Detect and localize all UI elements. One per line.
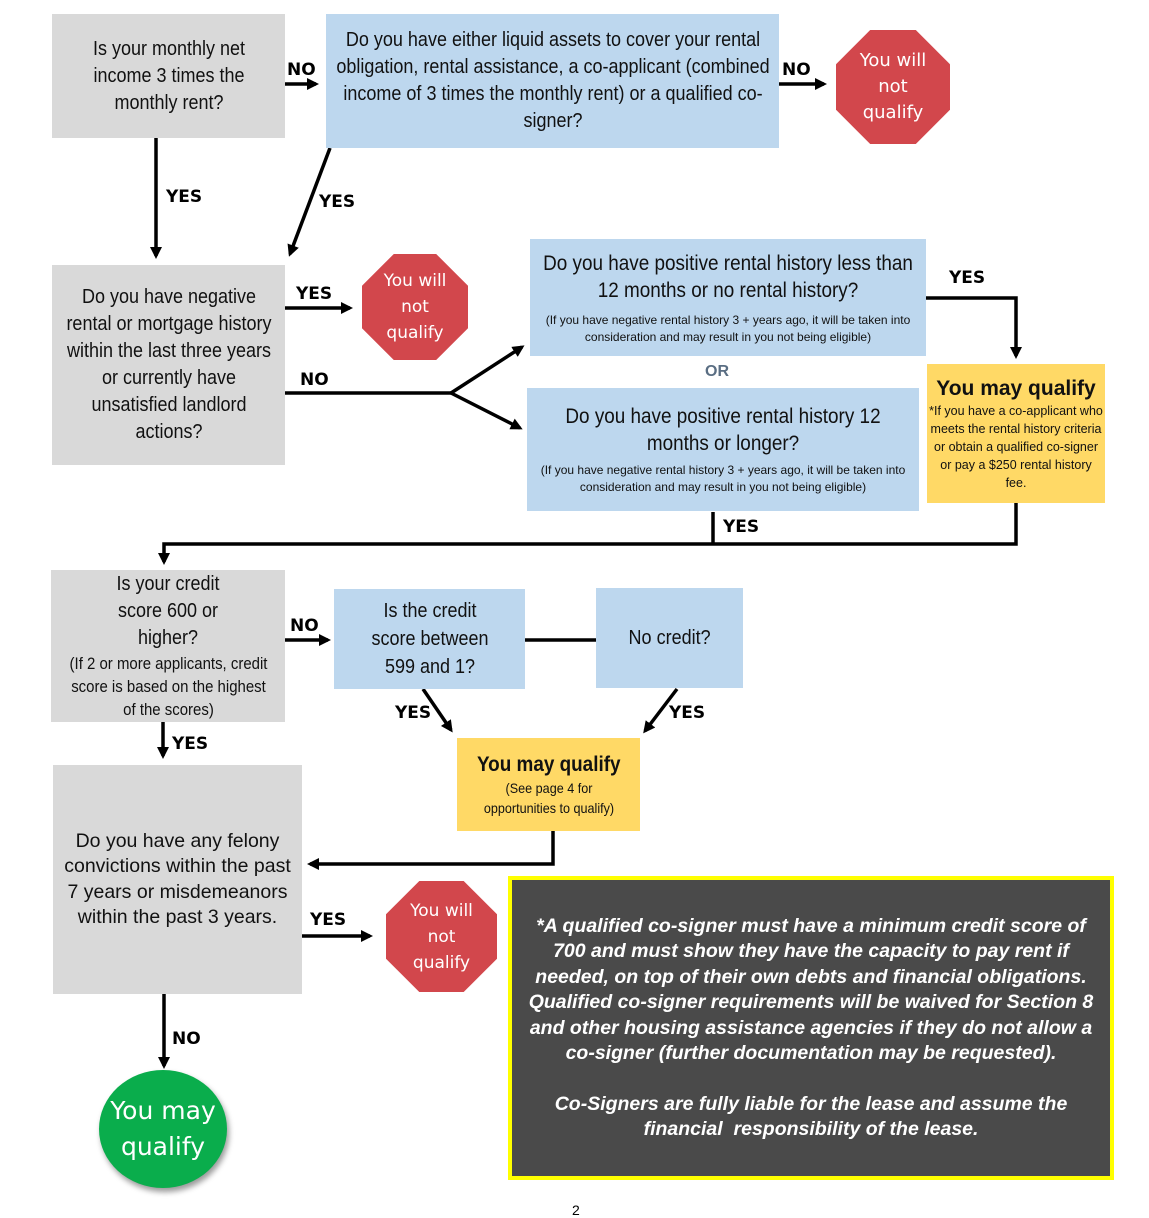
may-qualify-history-note: *If you have a co-applicant who meets th…	[929, 403, 1103, 490]
criminal-question-text: Do you have any felony convictions withi…	[64, 829, 291, 929]
edge-label-credit-range-yes: YES	[395, 703, 432, 723]
alternatives-question-text: Do you have either liquid assets to cove…	[335, 29, 770, 132]
edge-label-criminal-yes: YES	[310, 910, 347, 930]
edge-label-alternatives-no: NO	[782, 60, 811, 80]
final-may-qualify-text: You may qualify	[110, 1096, 216, 1161]
credit-note: (If 2 or more applicants, credit score i…	[69, 654, 267, 719]
cosigner-note-paragraph-2: Co-Signers are fully liable for the leas…	[554, 1092, 1073, 1141]
edge-label-no-credit-yes: YES	[669, 703, 706, 723]
short-history-question-text: Do you have positive rental history less…	[543, 251, 913, 302]
edge-label-income-no: NO	[287, 60, 316, 80]
credit-question-text: Is your credit score 600 or higher?	[116, 573, 220, 649]
edge-label-negative-yes: YES	[296, 284, 333, 304]
negative-history-question-text: Do you have negative rental or mortgage …	[65, 286, 272, 443]
edge-label-credit-no: NO	[290, 616, 319, 636]
edge-label-criminal-no: NO	[172, 1029, 201, 1049]
edge-label-income-yes: YES	[166, 187, 203, 207]
credit-question-box: Is your credit score 600 or higher? (If …	[51, 570, 285, 722]
long-history-question-box: Do you have positive rental history 12 m…	[527, 388, 919, 511]
income-question-text: Is your monthly net income 3 times the m…	[92, 37, 245, 114]
edge-branch-up	[450, 345, 525, 395]
may-qualify-history-box: You may qualify *If you have a co-applic…	[927, 364, 1105, 503]
not-qualify-text-1: You will not qualify	[859, 50, 927, 123]
short-history-note: (If you have negative rental history 3 +…	[545, 312, 911, 344]
not-qualify-text-3: You will not qualify	[410, 900, 473, 973]
final-may-qualify-circle: You may qualify	[99, 1070, 227, 1188]
long-history-note: (If you have negative rental history 3 +…	[540, 463, 906, 494]
page-number: 2	[572, 1202, 580, 1218]
credit-range-question-box: Is the credit score between 599 and 1?	[334, 589, 525, 689]
income-question-box: Is your monthly net income 3 times the m…	[52, 14, 285, 138]
edge-label-credit-yes: YES	[172, 734, 209, 754]
cosigner-note-paragraph-1: *A qualified co-signer must have a minim…	[528, 914, 1094, 1065]
edge-history-to-credit	[158, 503, 1018, 565]
may-qualify-history-title: You may qualify	[936, 376, 1096, 400]
edge-branch-down	[450, 391, 523, 430]
not-qualify-text-2: You will not qualify	[383, 271, 447, 343]
no-credit-question-text: No credit?	[628, 626, 711, 649]
long-history-question-text: Do you have positive rental history 12 m…	[565, 405, 881, 455]
not-qualify-stop-sign-3: You will not qualify	[386, 881, 497, 992]
or-label: OR	[705, 363, 729, 380]
alternatives-question-box: Do you have either liquid assets to cove…	[326, 14, 779, 148]
short-history-question-box: Do you have positive rental history less…	[530, 239, 926, 356]
may-qualify-credit-title: You may qualify	[476, 752, 621, 776]
credit-range-question-text: Is the credit score between 599 and 1?	[370, 600, 489, 678]
edge-label-short-history-yes: YES	[949, 268, 986, 288]
may-qualify-credit-note: (See page 4 for opportunities to qualify…	[483, 779, 614, 816]
no-credit-question-box: No credit?	[596, 588, 743, 688]
edge-label-long-history-yes: YES	[723, 517, 760, 537]
cosigner-note-box: *A qualified co-signer must have a minim…	[508, 876, 1114, 1180]
edge-label-alternatives-yes: YES	[319, 192, 356, 212]
edge-label-negative-no: NO	[300, 370, 329, 390]
edge-short-history-yes	[924, 296, 1022, 359]
negative-history-question-box: Do you have negative rental or mortgage …	[52, 265, 285, 465]
may-qualify-credit-box: You may qualify (See page 4 for opportun…	[457, 738, 640, 831]
edge-may-qualify-to-criminal	[307, 831, 555, 870]
criminal-question-box: Do you have any felony convictions withi…	[53, 765, 302, 994]
